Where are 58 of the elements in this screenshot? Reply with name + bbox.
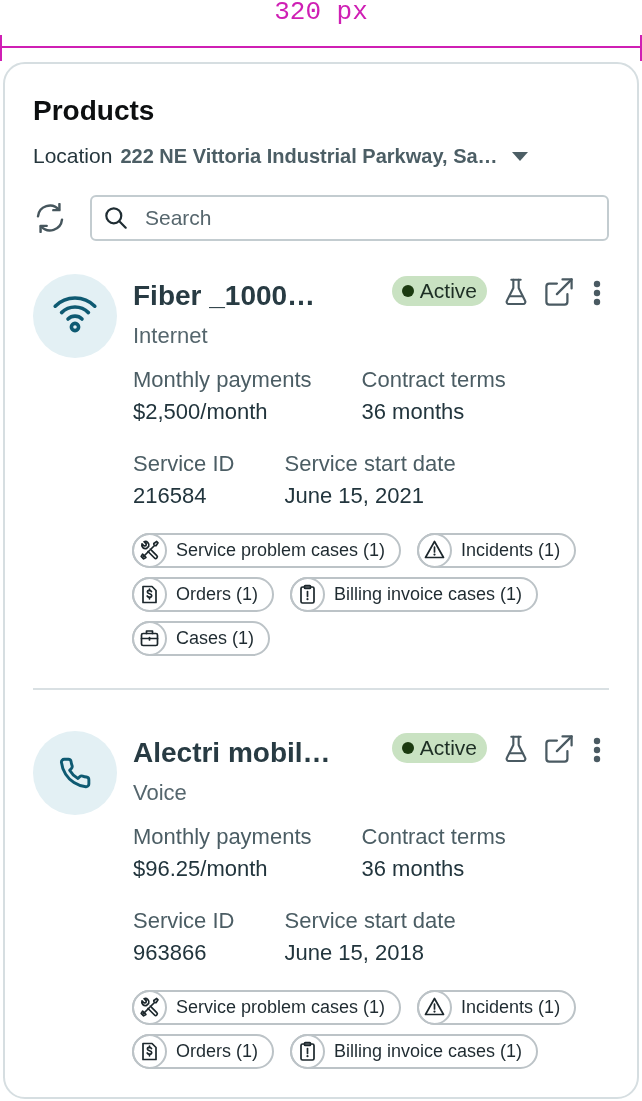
count-chip[interactable]: Service problem cases (1) <box>132 990 402 1025</box>
status-dot-icon <box>401 742 414 754</box>
more-icon[interactable] <box>593 280 601 306</box>
caret-icon <box>511 151 528 161</box>
search-icon <box>105 207 127 229</box>
flask-icon[interactable] <box>503 735 529 763</box>
dollar-document-icon <box>132 1034 167 1069</box>
external-link-icon[interactable] <box>545 735 573 763</box>
warning-icon <box>417 533 453 568</box>
refresh-icon[interactable] <box>35 203 65 233</box>
clipboard-alert-icon <box>290 577 325 612</box>
tools-icon <box>132 990 167 1025</box>
count-chip[interactable]: Service problem cases (1) <box>132 533 402 568</box>
product-name: Fiber _1000… <box>133 279 317 313</box>
count-chip[interactable]: Billing invoice cases (1) <box>290 1034 539 1069</box>
briefcase-icon <box>132 621 167 656</box>
location-label: Location <box>33 144 113 168</box>
field-value: June 15, 2021 <box>284 483 424 509</box>
count-chip[interactable]: Orders (1) <box>132 577 274 612</box>
product-name: Alectri mobil… <box>133 736 332 770</box>
field-label: Monthly payments <box>133 367 312 393</box>
field-label: Service start date <box>284 451 456 477</box>
dimension-label: 320 px <box>274 0 368 24</box>
count-chip[interactable]: Incidents (1) <box>417 990 577 1025</box>
field-label: Service ID <box>133 908 235 934</box>
field-label: Service ID <box>133 451 235 477</box>
clipboard-alert-icon <box>290 1034 325 1069</box>
card-title: Products <box>33 94 155 128</box>
field-value: 963866 <box>133 940 207 966</box>
warning-icon <box>417 990 453 1025</box>
search-field[interactable]: Search <box>90 195 609 241</box>
field-label: Service start date <box>284 908 456 934</box>
status-dot-icon <box>401 285 414 297</box>
field-value: June 15, 2018 <box>284 940 424 966</box>
field-value: $96.25/month <box>133 856 268 882</box>
phone-icon <box>33 731 117 815</box>
count-chip[interactable]: Orders (1) <box>132 1034 274 1069</box>
tools-icon <box>132 533 167 568</box>
field-value: 36 months <box>361 856 465 882</box>
count-chip[interactable]: Billing invoice cases (1) <box>290 577 539 612</box>
count-chip[interactable]: Incidents (1) <box>417 533 577 568</box>
status-label: Active <box>419 735 477 761</box>
external-link-icon[interactable] <box>545 278 573 306</box>
wifi-icon <box>33 274 117 358</box>
field-value: 216584 <box>133 483 207 509</box>
field-value: $2,500/month <box>133 399 268 425</box>
field-value: 36 months <box>361 399 465 425</box>
flask-icon[interactable] <box>503 278 529 306</box>
field-label: Monthly payments <box>133 824 312 850</box>
dollar-document-icon <box>132 577 167 612</box>
more-icon[interactable] <box>593 737 601 763</box>
status-label: Active <box>419 278 477 304</box>
product-category: Voice <box>133 779 188 807</box>
location-dropdown[interactable]: 222 NE Vittoria Industrial Parkway, Sa… <box>120 144 528 168</box>
count-chip[interactable]: Cases (1) <box>132 621 271 656</box>
product-category: Internet <box>133 322 209 350</box>
field-label: Contract terms <box>361 824 506 850</box>
field-label: Contract terms <box>361 367 506 393</box>
